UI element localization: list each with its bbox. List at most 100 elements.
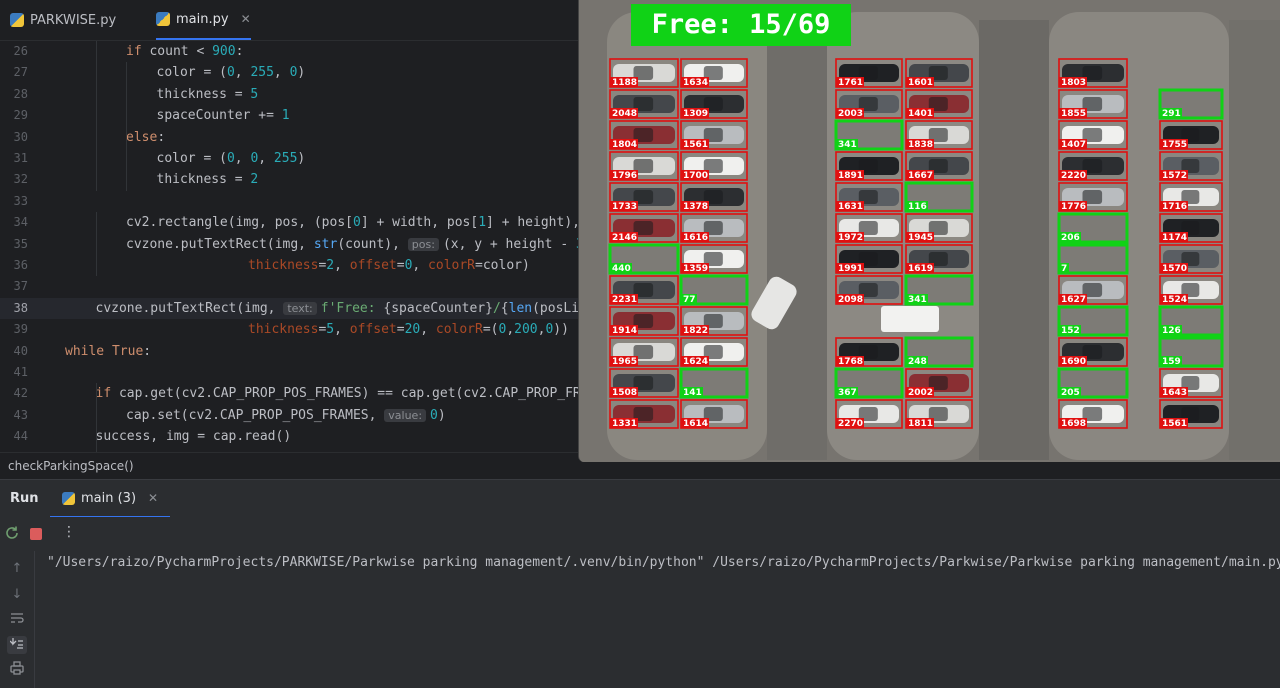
spot-count-label: 1838 (908, 140, 933, 150)
more-options-icon[interactable]: ⋮ (62, 524, 76, 540)
spot-count-label: 2003 (838, 109, 863, 119)
spot-count-label: 1803 (1061, 78, 1086, 88)
line-number: 30 (13, 129, 28, 144)
code-text: cv2.rectangle(img, pos, (pos[0] + width,… (126, 215, 596, 231)
spot-count-label: 367 (838, 388, 857, 398)
spot-count-label: 341 (838, 140, 857, 150)
parking-camera-window[interactable]: 1188 2048 1804 1796 1733 2146 440 2231 1914 1965 1… (578, 0, 1280, 462)
spot-count-label: 1991 (838, 264, 863, 274)
code-text: color = (0, 0, 255) (156, 151, 306, 166)
spot-count-label: 1401 (908, 109, 933, 119)
driving-lane (1229, 20, 1280, 460)
python-run-icon (62, 491, 75, 505)
code-text: cvzone.putTextRect(img, str(count), pos:… (126, 236, 592, 252)
python-file-icon (156, 12, 170, 26)
spot-count-label: 1614 (683, 419, 708, 429)
tab-main-py[interactable]: main.py ✕ (156, 0, 251, 40)
spot-count-label: 1561 (683, 140, 708, 150)
print-icon[interactable] (7, 661, 27, 679)
console-output[interactable]: "/Users/raizo/PycharmProjects/PARKWISE/P… (0, 551, 1280, 688)
spot-count-label: 2231 (612, 295, 637, 305)
spot-count-label: 1619 (908, 264, 933, 274)
spot-count-label: 1174 (1162, 233, 1187, 243)
code-text: thickness = 5 (156, 86, 259, 102)
spot-count-label: 1309 (683, 109, 708, 119)
console-side-toolbar: ↑ ↓ (0, 551, 35, 688)
spot-count-label: 1407 (1061, 140, 1086, 150)
code-text: thickness=2, offset=0, colorR=color) (248, 258, 530, 273)
spot-count-label: 1690 (1061, 357, 1086, 367)
spot-count-label: 1804 (612, 140, 637, 150)
stop-icon[interactable] (30, 528, 42, 540)
code-text: thickness = 2 (156, 172, 259, 188)
spot-count-label: 1359 (683, 264, 708, 274)
tab-parkwise-py[interactable]: PARKWISE.py (10, 0, 116, 40)
spot-count-label: 1700 (683, 171, 708, 181)
spot-count-label: 1796 (612, 171, 637, 181)
line-number: 31 (13, 151, 28, 165)
line-number: 35 (13, 236, 28, 251)
spot-count-label: 291 (1162, 109, 1181, 119)
spot-count-label: 1822 (683, 326, 708, 336)
spot-count-label: 2270 (838, 419, 863, 429)
spot-count-label: 440 (612, 264, 631, 274)
python-file-icon (10, 13, 24, 27)
indent-guide (95, 383, 97, 452)
spot-count-label: 1891 (838, 171, 863, 181)
white-van (881, 306, 939, 332)
code-text: spaceCounter += 1 (156, 108, 290, 124)
spot-count-label: 1755 (1162, 140, 1187, 150)
spot-count-label: 1616 (683, 233, 708, 243)
soft-wrap-icon[interactable] (7, 611, 27, 629)
line-number: 34 (13, 215, 28, 230)
tab-label: PARKWISE.py (30, 12, 117, 28)
spot-count-label: 1378 (683, 202, 708, 212)
scroll-to-end-icon[interactable] (7, 636, 27, 654)
close-icon[interactable]: ✕ (148, 491, 158, 505)
spot-count-label: 116 (908, 202, 927, 212)
run-tab-main[interactable]: main (3) ✕ (50, 480, 171, 518)
spot-count-label: 2146 (612, 233, 637, 243)
line-number: 37 (13, 279, 28, 294)
spot-count-label: 77 (683, 295, 696, 305)
spot-count-label: 1643 (1162, 388, 1187, 398)
spot-count-label: 1624 (683, 357, 708, 367)
rerun-icon[interactable] (4, 525, 20, 541)
spot-count-label: 1331 (612, 419, 637, 429)
line-number: 26 (13, 44, 28, 58)
spot-count-label: 1945 (908, 233, 933, 243)
code-text: else: (126, 129, 166, 145)
spot-count-label: 1776 (1061, 202, 1086, 212)
line-number: 39 (13, 322, 28, 337)
spot-count-label: 159 (1162, 357, 1181, 367)
spot-count-label: 1733 (612, 202, 637, 212)
spot-count-label: 1524 (1162, 295, 1187, 305)
free-spaces-badge: Free: 15/69 (631, 4, 851, 46)
spot-count-label: 7 (1061, 264, 1067, 274)
run-tab-label: main (3) (81, 490, 137, 506)
arrow-down-icon[interactable]: ↓ (7, 586, 27, 604)
spot-count-label: 1570 (1162, 264, 1187, 274)
line-number: 40 (13, 343, 28, 358)
arrow-up-icon[interactable]: ↑ (7, 560, 27, 578)
line-number: 27 (13, 65, 28, 80)
spot-count-label: 1631 (838, 202, 863, 212)
empty-spot (1059, 245, 1127, 273)
spot-count-label: 1188 (612, 78, 637, 88)
code-text: cvzone.putTextRect(img, text: f'Free: {sp… (95, 300, 595, 316)
indent-guide (95, 212, 97, 277)
spot-count-label: 1914 (612, 326, 637, 336)
tab-label: main.py (176, 11, 229, 27)
spot-count-label: 206 (1061, 233, 1080, 243)
close-icon[interactable]: ✕ (241, 12, 251, 26)
code-text: color = (0, 255, 0) (156, 65, 306, 81)
code-text: if cap.get(cv2.CAP_PROP_POS_FRAMES) == c… (95, 386, 597, 402)
spot-count-label: 1601 (908, 78, 933, 88)
code-text: thickness=5, offset=20, colorR=(0,200,0)… (248, 322, 569, 338)
spot-count-label: 1855 (1061, 109, 1086, 119)
spot-count-label: 2002 (908, 388, 933, 398)
spot-count-label: 1561 (1162, 419, 1187, 429)
spot-count-label: 1508 (612, 388, 637, 398)
indent-guide (95, 41, 97, 191)
line-number: 28 (13, 86, 28, 101)
